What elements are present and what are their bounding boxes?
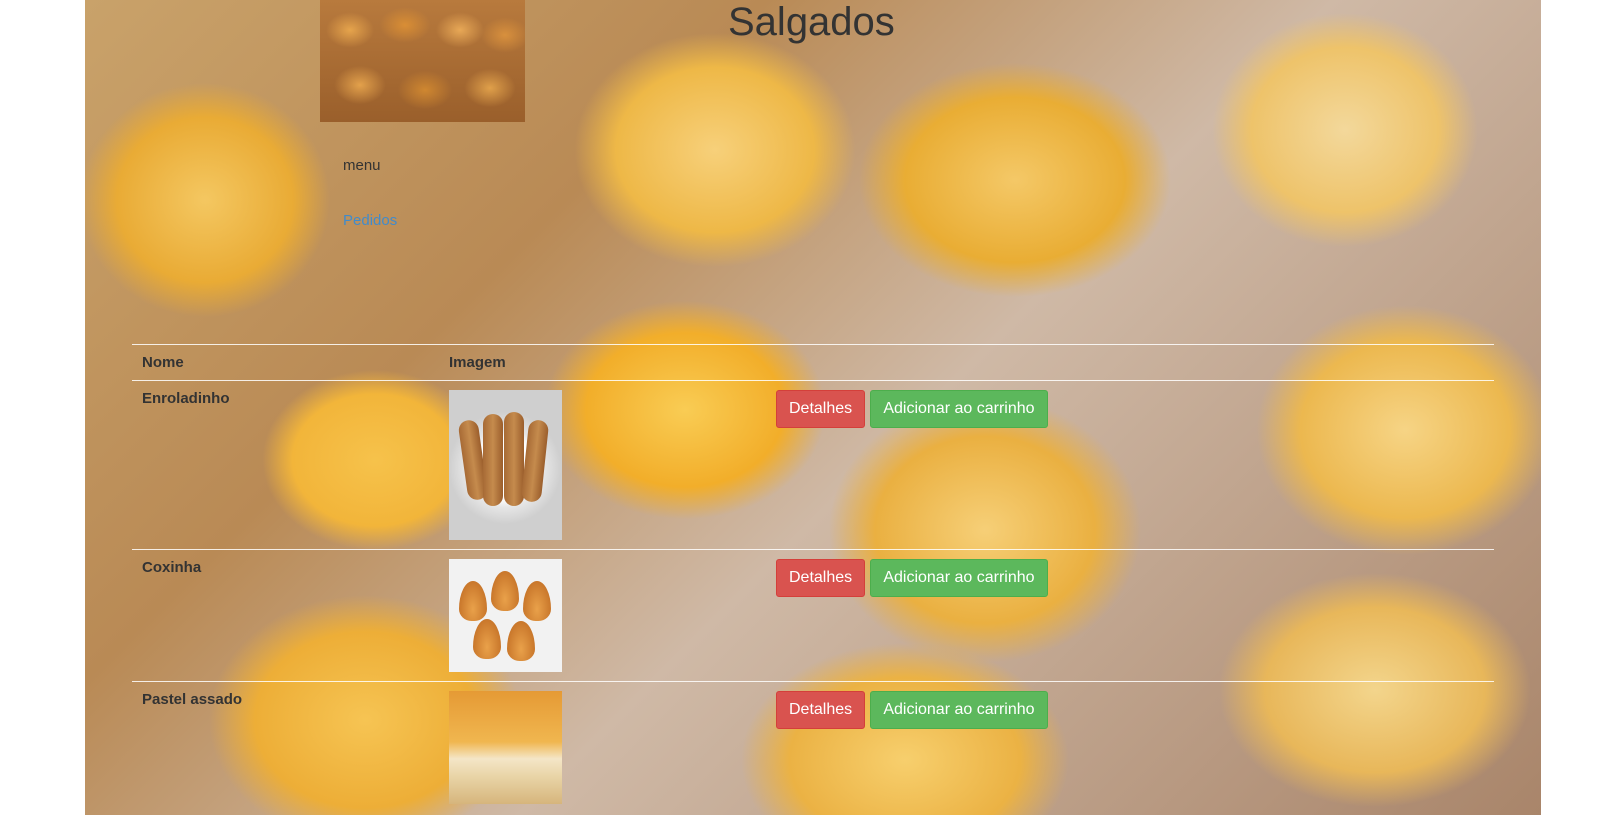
table-row: Coxinha Detalhes Adicionar ao carrinho — [132, 549, 1494, 682]
detalhes-button[interactable]: Detalhes — [776, 691, 866, 729]
products-table: Nome Imagem Enroladinho Detalhes Adicion… — [132, 344, 1494, 813]
table-row: Pastel assado Detalhes Adicionar ao carr… — [132, 681, 1494, 813]
table-header-row: Nome Imagem — [132, 344, 1494, 381]
column-header-nome: Nome — [132, 344, 439, 381]
column-header-actions — [766, 344, 1494, 381]
menu-label: menu — [343, 157, 381, 174]
product-name: Enroladinho — [132, 380, 439, 550]
header-salgados-photo — [320, 0, 525, 122]
pedidos-link[interactable]: Pedidos — [343, 212, 397, 229]
coxinha-photo — [449, 559, 562, 672]
detalhes-button[interactable]: Detalhes — [776, 390, 866, 428]
page-title: Salgados — [728, 0, 895, 44]
detalhes-button[interactable]: Detalhes — [776, 559, 866, 597]
pastel-assado-photo — [449, 691, 562, 804]
enroladinho-photo — [449, 390, 562, 540]
add-to-cart-button[interactable]: Adicionar ao carrinho — [870, 390, 1048, 428]
product-name: Pastel assado — [132, 681, 439, 813]
column-header-imagem: Imagem — [439, 344, 766, 381]
table-row: Enroladinho Detalhes Adicionar ao carrin… — [132, 380, 1494, 550]
add-to-cart-button[interactable]: Adicionar ao carrinho — [870, 691, 1048, 729]
product-name: Coxinha — [132, 549, 439, 682]
add-to-cart-button[interactable]: Adicionar ao carrinho — [870, 559, 1048, 597]
